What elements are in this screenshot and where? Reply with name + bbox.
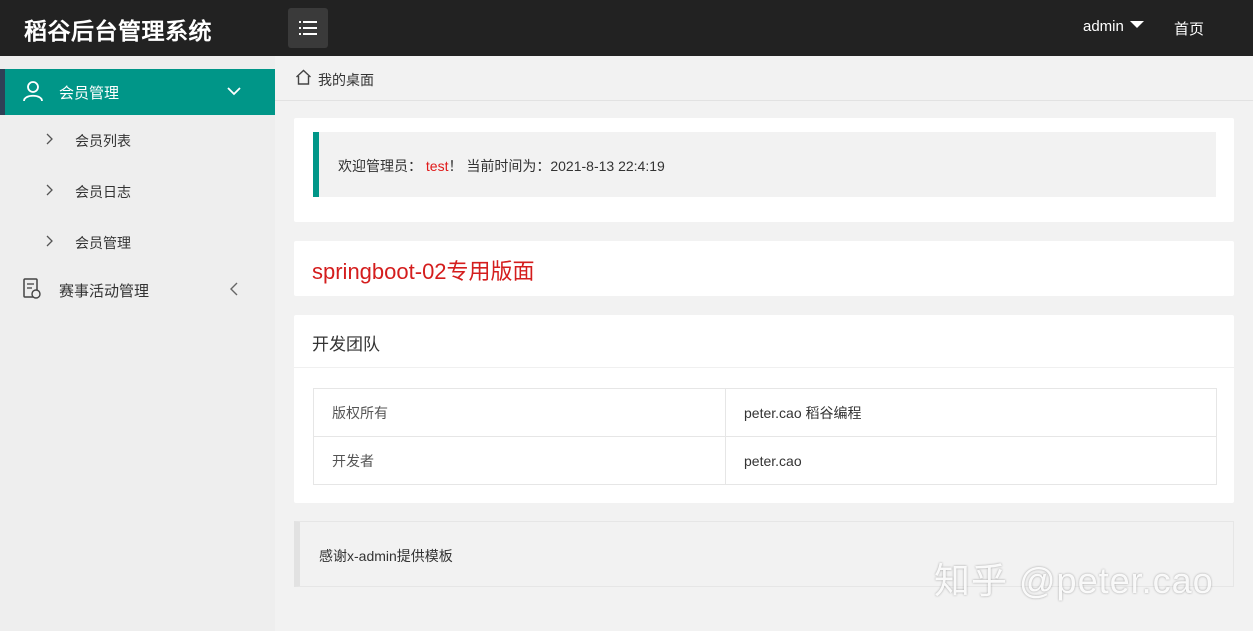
document-icon	[23, 278, 41, 299]
sidebar-item-member-admin[interactable]: 会员管理	[0, 219, 275, 265]
sidebar-group-member-management[interactable]: 会员管理	[0, 69, 275, 115]
banner-card: springboot-02专用版面	[294, 241, 1234, 296]
breadcrumb-current[interactable]: 我的桌面	[318, 70, 374, 90]
table-cell-value: peter.cao 稻谷编程	[725, 388, 1217, 437]
sidebar-group-label: 赛事活动管理	[59, 283, 150, 300]
sidebar-item-label: 会员列表	[75, 133, 131, 149]
user-name: admin	[1083, 18, 1124, 35]
sidebar-item-member-list[interactable]: 会员列表	[0, 117, 275, 163]
banner-title: springboot-02专用版面	[312, 259, 535, 284]
table-row: 版权所有 peter.cao 稻谷编程	[313, 388, 1217, 437]
user-icon	[23, 81, 43, 102]
team-card-header: 开发团队	[294, 315, 1234, 368]
welcome-username: test	[425, 158, 449, 174]
chevron-right-icon	[46, 184, 53, 196]
menu-toggle-button[interactable]	[288, 8, 328, 48]
home-link[interactable]: 首页	[1174, 18, 1204, 39]
chevron-down-icon	[227, 87, 241, 96]
sidebar-item-label: 会员管理	[75, 235, 131, 251]
sidebar-item-label: 会员日志	[75, 184, 131, 200]
app-logo[interactable]: 稻谷后台管理系统	[24, 12, 212, 46]
table-cell-value: peter.cao	[725, 436, 1217, 485]
sidebar-item-member-log[interactable]: 会员日志	[0, 168, 275, 214]
breadcrumb: 我的桌面	[275, 56, 1253, 101]
table-cell-key: 版权所有	[313, 388, 726, 437]
table-row: 开发者 peter.cao	[313, 436, 1217, 485]
top-header: 稻谷后台管理系统 admin 首页	[0, 0, 1253, 56]
watermark: 知乎 @peter.cao	[934, 560, 1214, 601]
sidebar: 会员管理 会员列表 会员日志 会员管理 赛事活动管理	[0, 56, 275, 631]
caret-down-icon	[1129, 21, 1144, 28]
sidebar-group-label: 会员管理	[59, 85, 120, 102]
table-cell-key: 开发者	[313, 436, 726, 485]
chevron-right-icon	[46, 133, 53, 145]
welcome-message: 欢迎管理员： test！ 当前时间为：2021-8-13 22:4:19	[313, 132, 1216, 197]
chevron-right-icon	[46, 235, 53, 247]
user-menu[interactable]: admin	[1083, 18, 1144, 35]
team-card: 开发团队 版权所有 peter.cao 稻谷编程 开发者 peter.cao	[294, 315, 1234, 503]
welcome-card: 欢迎管理员： test！ 当前时间为：2021-8-13 22:4:19	[294, 118, 1234, 222]
thanks-text: 感谢x-admin提供模板	[319, 548, 453, 564]
home-icon	[296, 69, 311, 85]
chevron-left-icon	[230, 282, 238, 296]
welcome-prefix: 欢迎管理员：	[338, 158, 422, 174]
hamburger-menu-icon	[299, 21, 317, 35]
sidebar-group-event-management[interactable]: 赛事活动管理	[0, 267, 275, 313]
welcome-suffix: ！ 当前时间为：2021-8-13 22:4:19	[448, 158, 665, 174]
team-title: 开发团队	[312, 335, 380, 354]
team-table: 版权所有 peter.cao 稻谷编程 开发者 peter.cao	[313, 388, 1217, 485]
